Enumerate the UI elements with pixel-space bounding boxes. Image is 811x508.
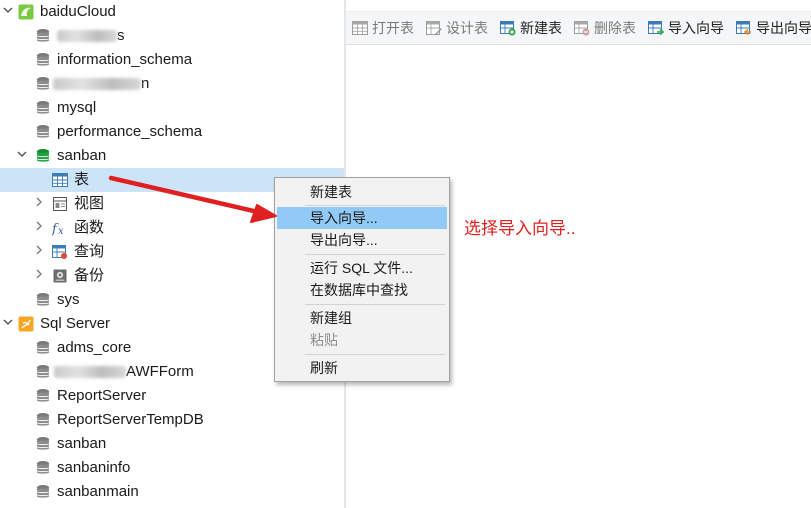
- database-icon: [35, 388, 51, 404]
- database-icon: [35, 100, 51, 116]
- tree-item-database[interactable]: sanban: [0, 432, 344, 456]
- tree-item-label: adms_core: [57, 339, 132, 356]
- database-icon: [35, 412, 51, 428]
- tree-item-database[interactable]: ReportServer: [0, 384, 344, 408]
- export-wizard-icon: [736, 20, 752, 36]
- menu-separator: [305, 354, 445, 355]
- delete-table-icon: [574, 20, 590, 36]
- chevron-right-icon[interactable]: [33, 244, 45, 258]
- design-table-button[interactable]: 设计表: [426, 17, 496, 39]
- tree-item-database[interactable]: information_schema: [0, 48, 344, 72]
- tree-item-label: sanban: [57, 435, 107, 452]
- database-icon: [35, 460, 51, 476]
- tree-item-label: Sql Server: [40, 315, 111, 332]
- tree-item-database[interactable]: performance_schema: [0, 120, 344, 144]
- tree-item-baiducloud[interactable]: baiduCloud: [0, 0, 344, 24]
- tree-item-label: 函数: [74, 219, 105, 236]
- backup-icon: [52, 268, 68, 284]
- view-icon: [52, 196, 68, 212]
- menu-item-run-sql-file[interactable]: 运行 SQL 文件...: [277, 257, 447, 279]
- menu-item-paste[interactable]: 粘贴: [277, 329, 447, 351]
- tree-item-database[interactable]: sanbanmain: [0, 480, 344, 504]
- chevron-down-icon[interactable]: [2, 316, 14, 330]
- tree-item-label: performance_schema: [57, 123, 203, 140]
- tree-item-label: n: [141, 75, 150, 92]
- chevron-right-icon[interactable]: [33, 196, 45, 210]
- export-wizard-button[interactable]: 导出向导: [736, 17, 811, 39]
- tree-item-label: baiduCloud: [40, 3, 116, 20]
- chevron-right-icon[interactable]: [33, 220, 45, 234]
- database-icon: [35, 364, 51, 380]
- tree-item-label: s: [117, 27, 125, 44]
- new-table-icon: [500, 20, 516, 36]
- chevron-down-icon[interactable]: [2, 4, 14, 18]
- database-icon: [35, 28, 51, 44]
- svg-text:x: x: [58, 226, 64, 236]
- tree-item-database[interactable]: sanbaninfo: [0, 456, 344, 480]
- menu-separator: [305, 304, 445, 305]
- table-icon: [52, 172, 68, 188]
- menu-separator: [305, 254, 445, 255]
- tree-item-label: sys: [57, 291, 80, 308]
- open-table-button[interactable]: 打开表: [352, 17, 422, 39]
- new-table-button[interactable]: 新建表: [500, 17, 572, 39]
- database-icon: [35, 484, 51, 500]
- menu-item-export-wizard[interactable]: 导出向导...: [277, 229, 447, 251]
- mysql-connection-icon: [18, 4, 34, 20]
- chevron-down-icon[interactable]: [16, 148, 28, 162]
- redacted-text: [57, 30, 117, 43]
- database-icon: [35, 436, 51, 452]
- database-icon: [35, 124, 51, 140]
- tree-item-label: sanbaninfo: [57, 459, 131, 476]
- menu-item-import-wizard[interactable]: 导入向导...: [277, 207, 447, 229]
- open-table-icon: [352, 20, 368, 36]
- sqlserver-connection-icon: [18, 316, 34, 332]
- object-toolbar: 打开表 设计表 新建表 删除表 导入向导 导出向导: [346, 11, 811, 45]
- menu-item-new-group[interactable]: 新建组: [277, 307, 447, 329]
- redacted-text: [53, 78, 141, 91]
- delete-table-button[interactable]: 删除表: [574, 17, 646, 39]
- database-icon: [35, 52, 51, 68]
- tree-item-label: mysql: [57, 99, 97, 116]
- menu-item-refresh[interactable]: 刷新: [277, 357, 447, 379]
- tree-item-label: 表: [74, 171, 90, 188]
- tree-item-label: 视图: [74, 195, 105, 212]
- tree-item-database[interactable]: mysql: [0, 96, 344, 120]
- import-wizard-icon: [648, 20, 665, 36]
- tree-item-label: sanban: [57, 147, 107, 164]
- chevron-right-icon[interactable]: [33, 268, 45, 282]
- tree-item-label: sanbanmain: [57, 483, 139, 500]
- tree-item-label: 查询: [74, 243, 105, 260]
- database-open-icon: [35, 148, 51, 164]
- tree-item-database[interactable]: s: [0, 24, 344, 48]
- menu-item-new-table[interactable]: 新建表: [277, 181, 447, 203]
- database-icon: [35, 340, 51, 356]
- menu-item-find-in-database[interactable]: 在数据库中查找: [277, 279, 447, 301]
- tree-item-label: AWFForm: [126, 363, 194, 380]
- tree-item-label: 备份: [74, 267, 105, 284]
- database-icon: [35, 292, 51, 308]
- import-wizard-button[interactable]: 导入向导: [648, 17, 732, 39]
- function-icon: fx: [51, 220, 68, 237]
- tree-item-label: information_schema: [57, 51, 193, 68]
- database-icon: [35, 76, 51, 92]
- tree-item-label: ReportServerTempDB: [57, 411, 204, 428]
- tree-item-label: ReportServer: [57, 387, 147, 404]
- query-icon: [52, 244, 68, 260]
- annotation-text: 选择导入向导..: [464, 219, 576, 238]
- menu-separator: [305, 205, 445, 206]
- tree-item-database[interactable]: ReportServerTempDB: [0, 408, 344, 432]
- redacted-text: [54, 366, 126, 379]
- design-table-icon: [426, 20, 442, 36]
- tree-item-database-open[interactable]: sanban: [0, 144, 344, 168]
- tree-item-database[interactable]: n: [0, 72, 344, 96]
- context-menu: 新建表 导入向导... 导出向导... 运行 SQL 文件... 在数据库中查找…: [274, 177, 450, 382]
